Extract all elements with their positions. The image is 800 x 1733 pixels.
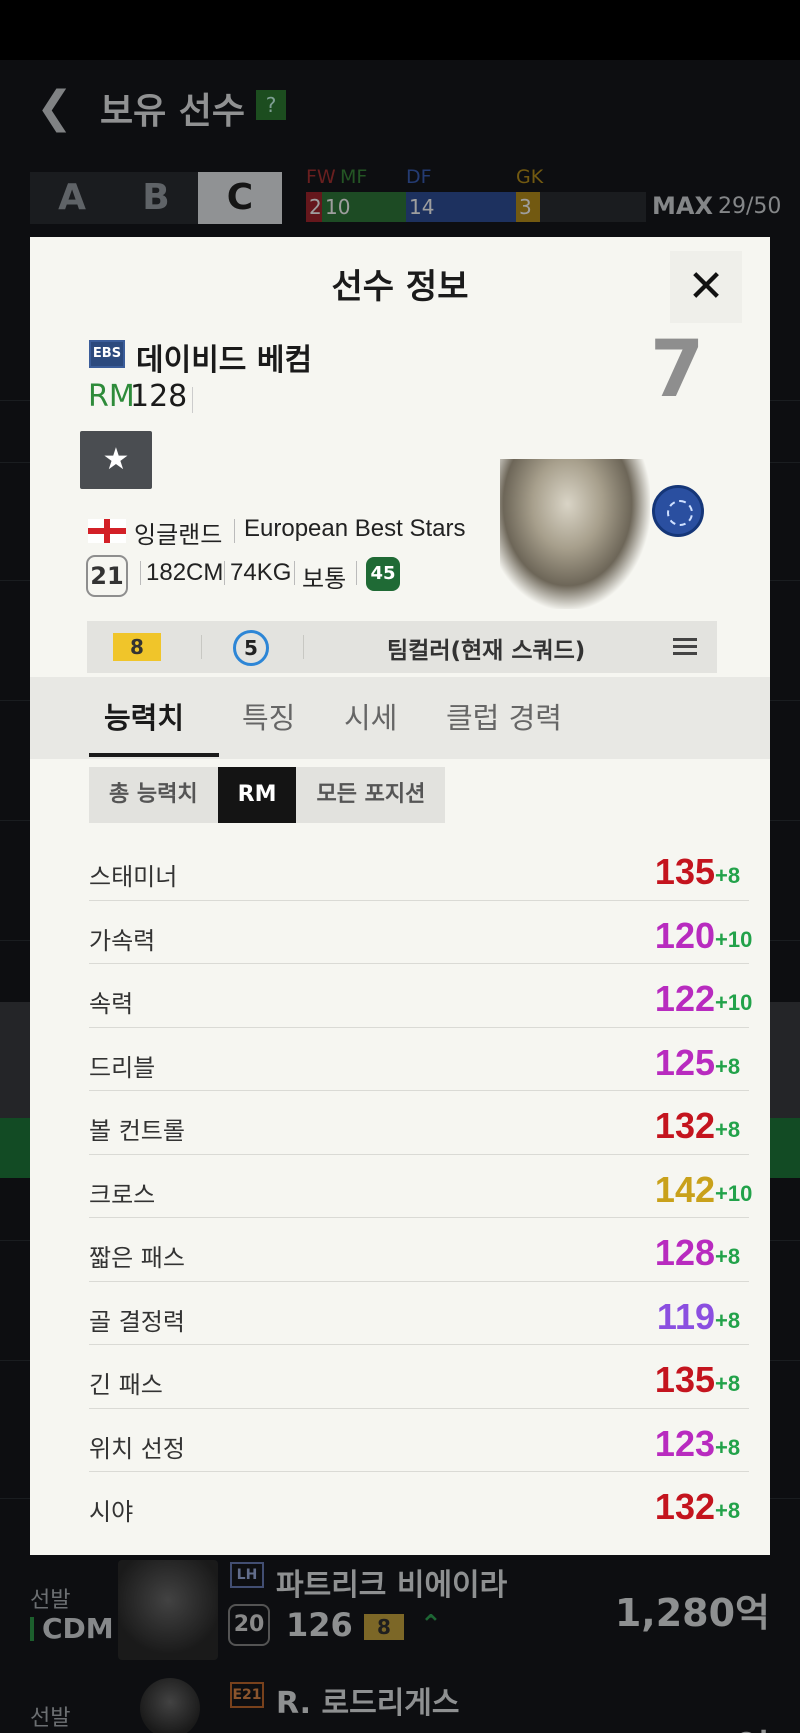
stat-row: 드리블 125 +8 (89, 1028, 749, 1091)
stat-value: 135 (654, 1359, 715, 1400)
stat-bonus: +8 (715, 1053, 741, 1079)
player-position: RM (88, 379, 135, 414)
close-icon[interactable]: ✕ (670, 251, 742, 323)
stat-bonus: +8 (715, 1117, 741, 1142)
stat-value: 119 (656, 1295, 715, 1337)
segment-all-positions[interactable]: 모든 포지션 (296, 767, 446, 823)
stat-name: 속력 (89, 990, 134, 1018)
divider (356, 561, 357, 585)
stat-name: 시야 (89, 1498, 134, 1526)
jersey-number: 7 (650, 325, 705, 415)
stat-row: 스태미너 135 +8 (89, 837, 749, 901)
stat-row: 위치 선정 123 +8 (89, 1409, 749, 1472)
stat-view-selector: 총 능력치 RM 모든 포지션 (89, 767, 446, 823)
stat-bonus: +8 (715, 1244, 741, 1269)
player-ovr: 128 (130, 379, 188, 414)
stat-value: 125 (654, 1041, 715, 1083)
stat-bonus: +8 (715, 863, 741, 888)
tab-club-history[interactable]: 클럽 경력 (446, 695, 562, 737)
stat-bonus: +10 (715, 926, 753, 952)
stat-value: 122 (654, 978, 715, 1019)
divider (234, 519, 235, 543)
menu-icon[interactable] (673, 638, 697, 656)
stat-name: 드리블 (89, 1053, 156, 1082)
stat-name: 볼 컨트롤 (89, 1117, 185, 1145)
player-height: 182CM (146, 559, 224, 586)
segment-total-stats[interactable]: 총 능력치 (89, 767, 218, 823)
stat-bonus: +8 (715, 1307, 741, 1333)
stat-name: 스태미너 (89, 863, 178, 891)
stat-row: 긴 패스 135 +8 (89, 1345, 749, 1409)
stat-row: 시야 132 +8 (89, 1472, 749, 1536)
stat-value: 120 (654, 914, 715, 956)
stat-value: 132 (654, 1486, 715, 1527)
england-flag-icon (88, 519, 126, 543)
active-tab-indicator (89, 753, 219, 757)
divider (294, 561, 295, 585)
player-nation: 잉글랜드 (134, 521, 223, 549)
stat-row: 크로스 142 +10 (89, 1155, 753, 1218)
foot-badge: 45 (366, 557, 400, 591)
stat-value: 142 (654, 1168, 715, 1210)
stat-value: 128 (654, 1232, 715, 1273)
age-badge: 21 (86, 555, 128, 597)
stat-bonus: +8 (715, 1371, 741, 1396)
divider (303, 635, 304, 659)
divider (201, 635, 202, 659)
stat-bonus: +8 (715, 1434, 741, 1460)
stat-name: 위치 선정 (89, 1434, 185, 1463)
stat-row: 가속력 120 +10 (89, 901, 753, 964)
stat-value: 132 (654, 1105, 715, 1146)
tab-traits[interactable]: 특징 (242, 695, 295, 737)
stat-row: 짧은 패스 128 +8 (89, 1218, 749, 1282)
divider (140, 561, 141, 585)
stat-value: 135 (654, 851, 715, 892)
player-photo (500, 459, 650, 609)
modal-title: 선수 정보 (331, 267, 469, 307)
stat-name: 가속력 (89, 926, 156, 955)
player-info-modal: 선수 정보 ✕ EBS 데이비드 베컴 RM 128 7 ★ 잉글랜드 Euro… (30, 237, 770, 1555)
team-color-label[interactable]: 팀컬러(현재 스쿼드) (387, 631, 585, 665)
stat-name: 크로스 (89, 1180, 156, 1209)
favorite-button[interactable]: ★ (80, 431, 152, 489)
stat-name: 골 결정력 (89, 1307, 185, 1336)
stat-bonus: +10 (715, 1180, 753, 1206)
tab-market-price[interactable]: 시세 (344, 695, 397, 737)
enhance-level-badge: 5 (233, 630, 269, 666)
tab-abilities[interactable]: 능력치 (104, 695, 184, 737)
segment-rm[interactable]: RM (217, 767, 297, 823)
stat-name: 긴 패스 (89, 1371, 163, 1399)
grade-badge: 8 (113, 633, 161, 661)
star-icon: ★ (102, 442, 130, 477)
player-name: 데이비드 베컴 (136, 343, 313, 378)
info-tabs: 능력치 특징 시세 클럽 경력 (30, 677, 770, 759)
stat-value: 123 (654, 1422, 715, 1464)
divider (224, 561, 225, 585)
divider (192, 387, 193, 413)
stat-bonus: +10 (715, 990, 753, 1015)
stat-row: 골 결정력 119 +8 (89, 1282, 749, 1345)
info-bar: 8 5 팀컬러(현재 스쿼드) (87, 621, 717, 673)
stat-bonus: +8 (715, 1498, 741, 1523)
stats-list: 스태미너 135 +8 가속력 120 +10 속력 122 +10 드리블 125 +8 볼 … (89, 837, 753, 1536)
stat-row: 볼 컨트롤 132 +8 (89, 1091, 749, 1155)
status-bar (0, 0, 800, 60)
stat-name: 짧은 패스 (89, 1244, 185, 1272)
player-weight: 74KG (230, 559, 292, 586)
player-body-type: 보통 (302, 566, 347, 593)
player-club: European Best Stars (244, 515, 466, 542)
club-logo-icon (652, 485, 704, 537)
season-badge: EBS (89, 340, 125, 368)
stat-row: 속력 122 +10 (89, 964, 753, 1028)
